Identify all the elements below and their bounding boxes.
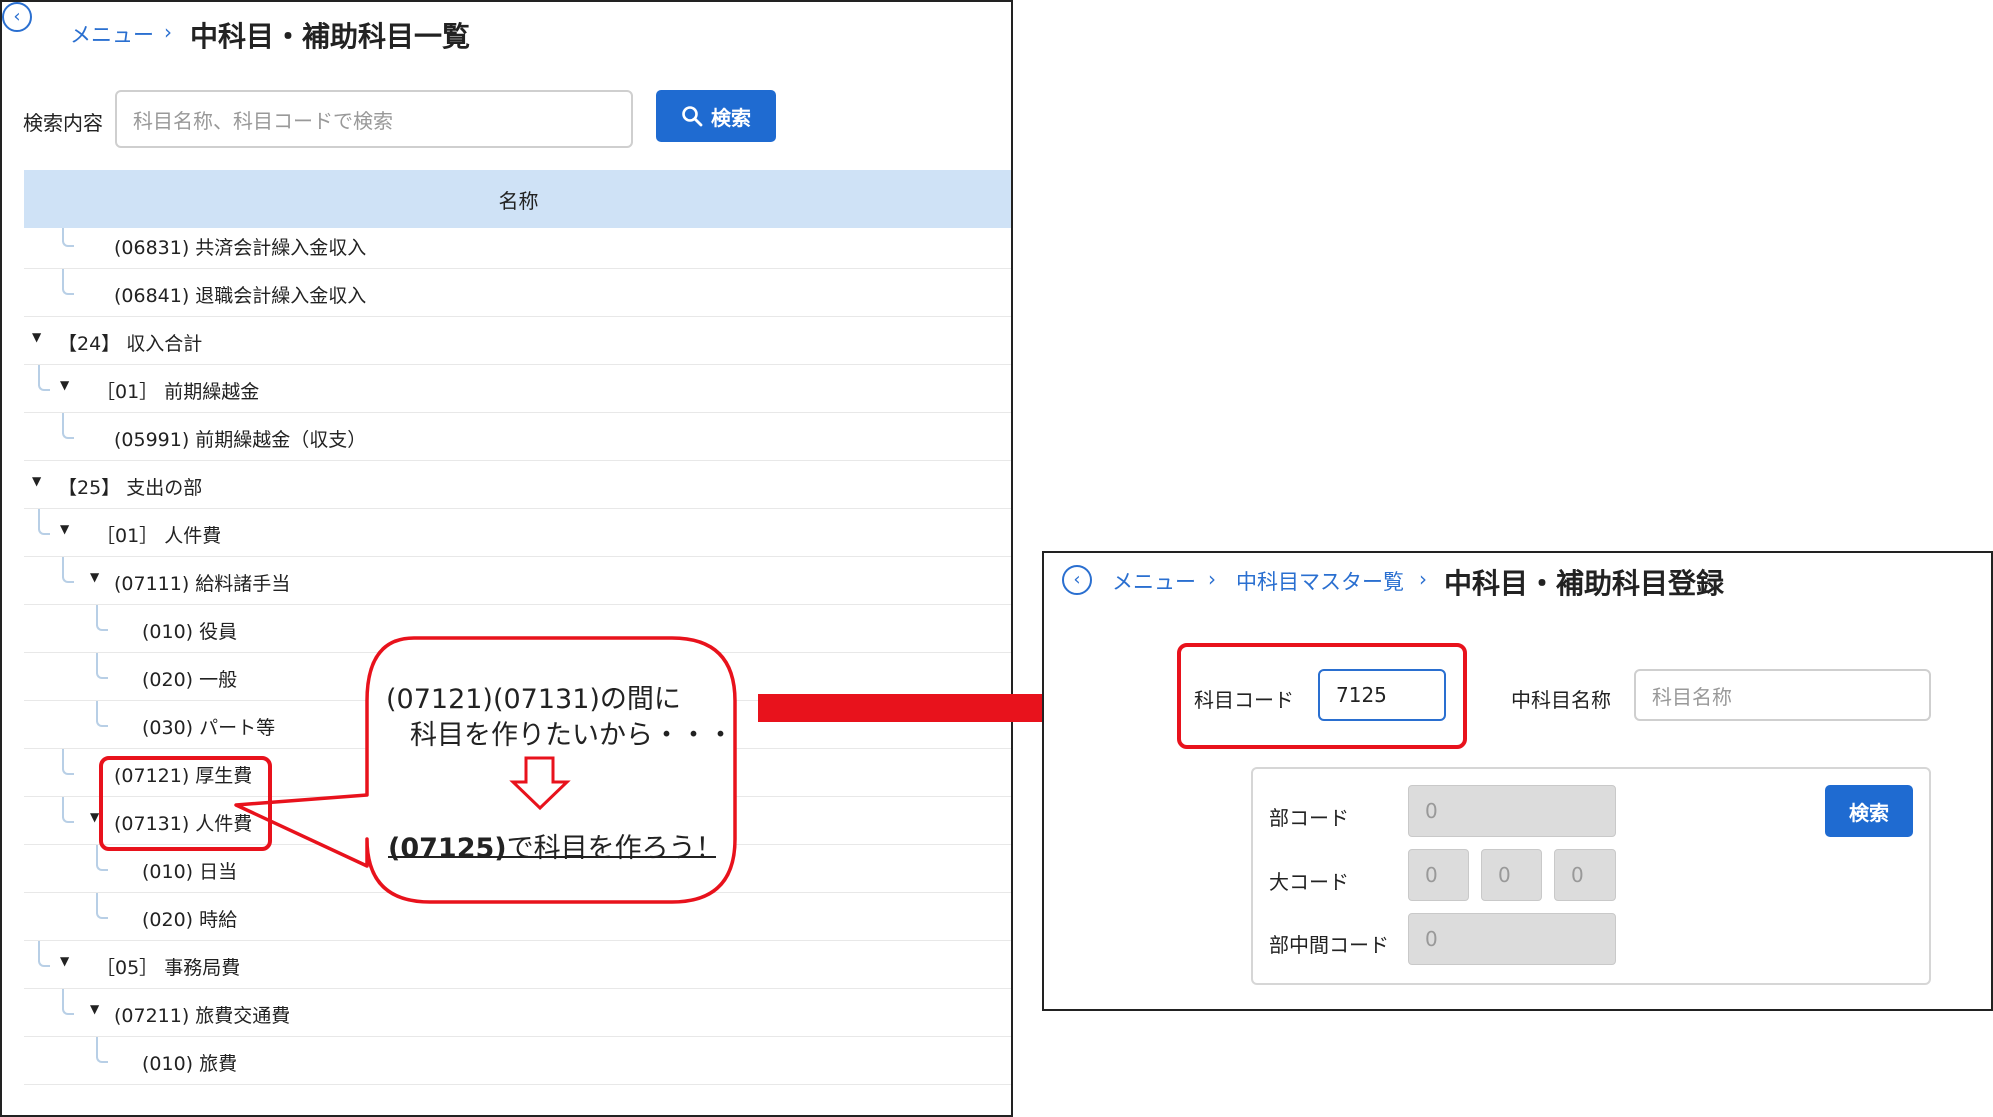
- callout-line-3: (07125)で科目を作ろう！: [388, 826, 723, 865]
- dai-code-value-3: 0: [1571, 863, 1584, 887]
- bu-code-input[interactable]: 0: [1408, 785, 1616, 837]
- callout-line-2: 科目を作りたいから・・・: [410, 720, 734, 751]
- bu-middle-code-input[interactable]: 0: [1408, 913, 1616, 965]
- callout-line-1: (07121)(07131)の間に: [386, 684, 681, 715]
- bu-middle-code-label: 部中間コード: [1269, 933, 1389, 957]
- dai-code-input-3[interactable]: 0: [1554, 849, 1616, 901]
- code-search-panel: 部コード 0 検索 大コード 0 0 0 部中間コード 0: [1251, 767, 1931, 985]
- dai-code-label: 大コード: [1269, 870, 1349, 894]
- breadcrumb-master-list[interactable]: 中科目マスター覧: [1236, 566, 1404, 596]
- dai-code-value-2: 0: [1498, 863, 1511, 887]
- breadcrumb-menu[interactable]: メニュー: [1112, 566, 1196, 596]
- callout-code: (07125): [388, 833, 507, 864]
- chevron-right-icon: ›: [1419, 567, 1427, 591]
- back-icon[interactable]: ‹: [1062, 565, 1092, 595]
- dai-code-input-2[interactable]: 0: [1481, 849, 1542, 901]
- code-search-button[interactable]: 検索: [1825, 785, 1913, 837]
- account-register-screen: ‹ メニュー › 中科目マスター覧 › 中科目・補助科目登録 科目コード 712…: [1042, 551, 1993, 1011]
- code-search-button-label: 検索: [1849, 800, 1889, 825]
- bu-code-value: 0: [1425, 799, 1438, 823]
- dai-code-value-1: 0: [1425, 863, 1438, 887]
- mid-account-name-input[interactable]: 科目名称: [1634, 669, 1931, 721]
- mid-account-name-label: 中科目名称: [1511, 688, 1611, 712]
- callout-rest: で科目を作ろう！: [506, 833, 723, 864]
- chevron-right-icon: ›: [1208, 567, 1216, 591]
- bu-middle-code-value: 0: [1425, 927, 1438, 951]
- highlight-07121-07131: [99, 756, 272, 851]
- bu-code-label: 部コード: [1269, 806, 1349, 830]
- page-title: 中科目・補助科目登録: [1444, 567, 1725, 600]
- mid-account-name-placeholder: 科目名称: [1652, 684, 1732, 709]
- dai-code-input-1[interactable]: 0: [1408, 849, 1469, 901]
- highlight-account-code: [1177, 643, 1467, 749]
